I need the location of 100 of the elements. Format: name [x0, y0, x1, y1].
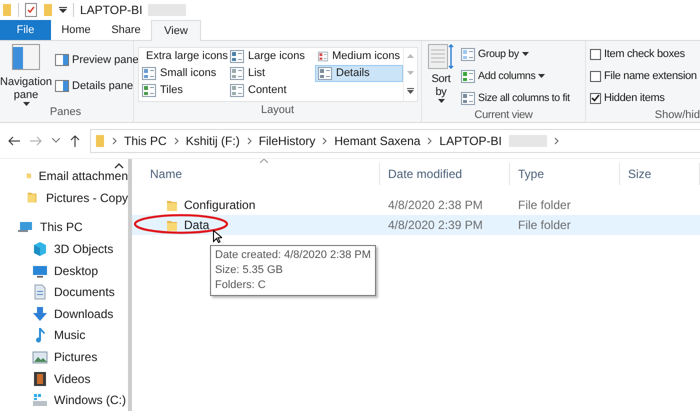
file-name: Data [184, 218, 210, 232]
layout-option[interactable]: Medium icons [315, 48, 403, 65]
sidebar-item[interactable]: Windows (C:) [0, 389, 128, 411]
file-type: File folder [518, 198, 571, 212]
group-label: Layout [260, 104, 296, 118]
expand-gallery-icon[interactable] [407, 88, 414, 94]
column-header[interactable]: Type [510, 163, 620, 186]
columns-icon [461, 48, 475, 61]
checkbox-option[interactable]: File name extension [589, 66, 698, 87]
layout-option[interactable]: Tiles [139, 82, 227, 99]
drive-icon [32, 392, 48, 408]
download-arrow-icon [32, 306, 48, 322]
pane-toggle-button[interactable]: Preview pane [54, 50, 140, 71]
sidebar-item[interactable]: Desktop [0, 260, 128, 282]
window-title: LAPTOP-BI [80, 3, 142, 18]
view-icon [318, 50, 328, 63]
group-label: Panes [48, 106, 82, 120]
ribbon-tab[interactable]: File [0, 20, 51, 40]
sort-table-icon [428, 44, 454, 70]
column-header[interactable]: Date modified [380, 163, 510, 186]
checkbox-option[interactable]: Hidden items [589, 88, 666, 109]
view-command-button[interactable]: Add columns [460, 66, 546, 87]
sort-by-button[interactable]: Sort by [426, 44, 456, 109]
checkbox[interactable] [590, 70, 601, 82]
column-header[interactable]: Size [620, 163, 700, 186]
navigation-pane-button[interactable]: Navigation pane [2, 44, 50, 106]
picture-icon [32, 349, 48, 365]
layout-option[interactable]: Small icons [139, 64, 227, 82]
layout-option[interactable]: Content [227, 82, 315, 99]
checklist-icon[interactable] [25, 3, 37, 18]
date-modified: 4/8/2020 2:39 PM [388, 218, 483, 232]
sidebar-item[interactable]: Downloads [0, 303, 128, 325]
checkbox[interactable] [590, 48, 601, 60]
sidebar-item[interactable]: Email attachmen [0, 165, 128, 188]
view-command-button[interactable]: Group by [460, 44, 530, 65]
chevron-icon[interactable] [554, 136, 559, 145]
pane-icon [55, 54, 69, 66]
breadcrumb-item[interactable]: Kshitij (F:) [186, 134, 240, 148]
pane-layout-icon [12, 44, 40, 70]
checkbox[interactable] [590, 92, 601, 104]
sidebar-item[interactable]: Videos [0, 368, 128, 390]
columns-icon [461, 70, 475, 83]
dropdown-icon[interactable] [52, 138, 60, 144]
breadcrumb-item[interactable]: FileHistory [258, 134, 316, 148]
chevron-icon[interactable] [427, 136, 432, 145]
sidebar-item[interactable]: This PC [0, 216, 128, 238]
document-icon [32, 284, 48, 300]
layout-option[interactable]: Large icons [227, 48, 315, 65]
chevron-icon[interactable] [112, 136, 117, 145]
view-command-button[interactable]: Size all columns to fit [460, 88, 571, 109]
group-label: Show/hid [654, 108, 700, 122]
column-header[interactable]: Name [132, 163, 380, 186]
layout-option[interactable]: Extra large icons [139, 48, 227, 65]
up-arrow-icon[interactable] [70, 134, 80, 147]
caret-icon [22, 102, 30, 106]
breadcrumb-item[interactable]: Hemant Saxena [334, 134, 420, 148]
checkbox-option[interactable]: Item check boxes [589, 44, 686, 65]
chevron-icon[interactable] [322, 136, 328, 145]
cube-icon [32, 241, 48, 258]
cursor-icon [213, 230, 222, 244]
sidebar-item[interactable]: Pictures [0, 346, 128, 368]
columns-icon [461, 92, 475, 105]
tooltip-line: Folders: C [215, 278, 267, 294]
tooltip-line: Size: 5.35 GB [215, 263, 284, 278]
sidebar-item[interactable]: Documents [0, 281, 128, 304]
redacted-text [508, 134, 547, 147]
sidebar-item[interactable]: Music [0, 324, 128, 346]
view-icon [142, 66, 156, 80]
sidebar-item[interactable]: 3D Objects [0, 238, 128, 260]
address-bar[interactable]: This PC Kshitij (F:) FileHistory Hemant Saxena LAPTOP-BI [90, 128, 700, 153]
view-icon [230, 66, 244, 80]
sort-ascending-icon [260, 159, 268, 164]
back-arrow-icon[interactable] [8, 136, 20, 146]
file-row[interactable]: Configuration 4/8/2020 2:38 PM File folder [132, 195, 700, 216]
view-icon [230, 84, 244, 97]
view-icon [318, 66, 332, 80]
customize-dropdown-icon[interactable] [59, 7, 67, 14]
film-icon [32, 370, 48, 387]
view-icon [230, 50, 244, 63]
file-type: File folder [518, 218, 571, 232]
ribbon-tab[interactable]: View [151, 20, 201, 41]
breadcrumb-item[interactable]: This PC [124, 134, 167, 148]
breadcrumb-item[interactable]: LAPTOP-BI [439, 134, 502, 148]
collapse-icon[interactable] [114, 163, 124, 170]
pane-toggle-button[interactable]: Details pane [54, 76, 134, 97]
caret-icon [438, 98, 444, 103]
pane-icon [55, 80, 69, 92]
tooltip-line: Date created: 4/8/2020 2:38 PM [215, 248, 371, 264]
group-label: Current view [473, 108, 534, 122]
chevron-icon[interactable] [174, 136, 179, 145]
checkmark-icon [591, 94, 600, 102]
date-modified: 4/8/2020 2:38 PM [388, 198, 483, 212]
file-name: Configuration [184, 198, 256, 212]
sidebar-item[interactable]: Pictures - Copy [0, 187, 128, 209]
view-icon [142, 84, 156, 97]
chevron-icon[interactable] [246, 136, 252, 145]
file-row[interactable]: Data 4/8/2020 2:39 PM File folder [132, 215, 700, 236]
layout-option[interactable]: Details [315, 64, 403, 82]
redacted-text [148, 4, 186, 16]
layout-option[interactable]: List [227, 64, 315, 82]
